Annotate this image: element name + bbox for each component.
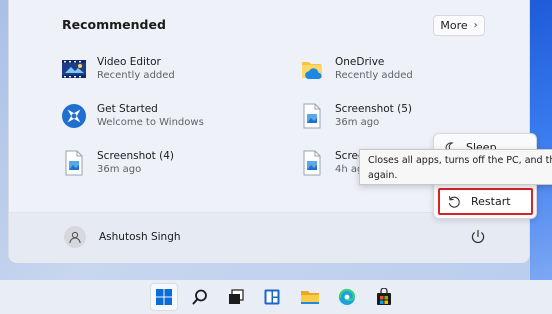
recommended-title: Recommended — [62, 17, 166, 32]
widgets-icon — [264, 289, 280, 305]
item-name: Screenshot (4) — [97, 150, 174, 162]
item-name: OneDrive — [335, 56, 385, 68]
power-icon — [471, 229, 485, 244]
file-explorer-icon — [301, 291, 319, 304]
item-subtitle: Welcome to Windows — [97, 117, 204, 128]
tooltip-line-1: Closes all apps, turns off the PC, and t… — [368, 155, 552, 166]
video-editor-icon — [60, 55, 88, 83]
taskbar — [0, 280, 552, 314]
user-account-button[interactable]: Ashutosh Singh — [64, 226, 181, 248]
item-subtitle: Recently added — [335, 70, 413, 81]
item-subtitle: Recently added — [97, 70, 175, 81]
image-file-icon — [60, 149, 88, 177]
recommended-item-video-editor[interactable]: Video Editor Recently added — [60, 53, 175, 85]
item-subtitle: 36m ago — [97, 164, 142, 175]
recommended-item-screenshot-3[interactable]: Scree 4h ag — [298, 147, 364, 179]
taskbar-search-button[interactable] — [186, 283, 214, 311]
taskbar-store-button[interactable] — [370, 283, 398, 311]
recommended-item-screenshot-4[interactable]: Screenshot (4) 36m ago — [60, 147, 174, 179]
taskbar-file-explorer-button[interactable] — [296, 283, 324, 311]
search-icon — [192, 289, 207, 305]
restart-label: Restart — [471, 195, 511, 208]
store-icon — [377, 288, 391, 305]
start-icon — [156, 289, 172, 305]
taskbar-widgets-button[interactable] — [258, 283, 286, 311]
onedrive-icon — [298, 55, 326, 83]
start-menu: Recommended More › Video Editor Recently… — [8, 0, 537, 263]
restart-button[interactable]: Restart — [438, 188, 533, 215]
restart-icon — [448, 195, 460, 208]
item-subtitle: 36m ago — [335, 117, 380, 128]
power-button[interactable] — [469, 228, 487, 246]
taskbar-task-view-button[interactable] — [222, 283, 250, 311]
recommended-item-onedrive[interactable]: OneDrive Recently added — [298, 53, 413, 85]
get-started-icon — [60, 102, 88, 130]
image-file-icon — [298, 102, 326, 130]
restart-tooltip: Closes all apps, turns off the PC, and t… — [359, 149, 552, 185]
recommended-item-screenshot-5[interactable]: Screenshot (5) 36m ago — [298, 100, 412, 132]
avatar — [64, 226, 86, 248]
item-name: Get Started — [97, 103, 158, 115]
taskbar-start-button[interactable] — [150, 283, 178, 311]
image-file-icon — [298, 149, 326, 177]
task-view-icon — [229, 289, 244, 304]
more-button-label: More — [440, 19, 468, 32]
edge-icon — [338, 288, 356, 305]
more-button[interactable]: More › — [433, 15, 485, 36]
item-name: Video Editor — [97, 56, 161, 68]
chevron-right-icon: › — [473, 20, 478, 31]
tooltip-line-2: again. — [368, 170, 398, 181]
recommended-item-get-started[interactable]: Get Started Welcome to Windows — [60, 100, 204, 132]
taskbar-edge-button[interactable] — [333, 283, 361, 311]
item-name: Screenshot (5) — [335, 103, 412, 115]
user-name: Ashutosh Singh — [99, 231, 181, 243]
